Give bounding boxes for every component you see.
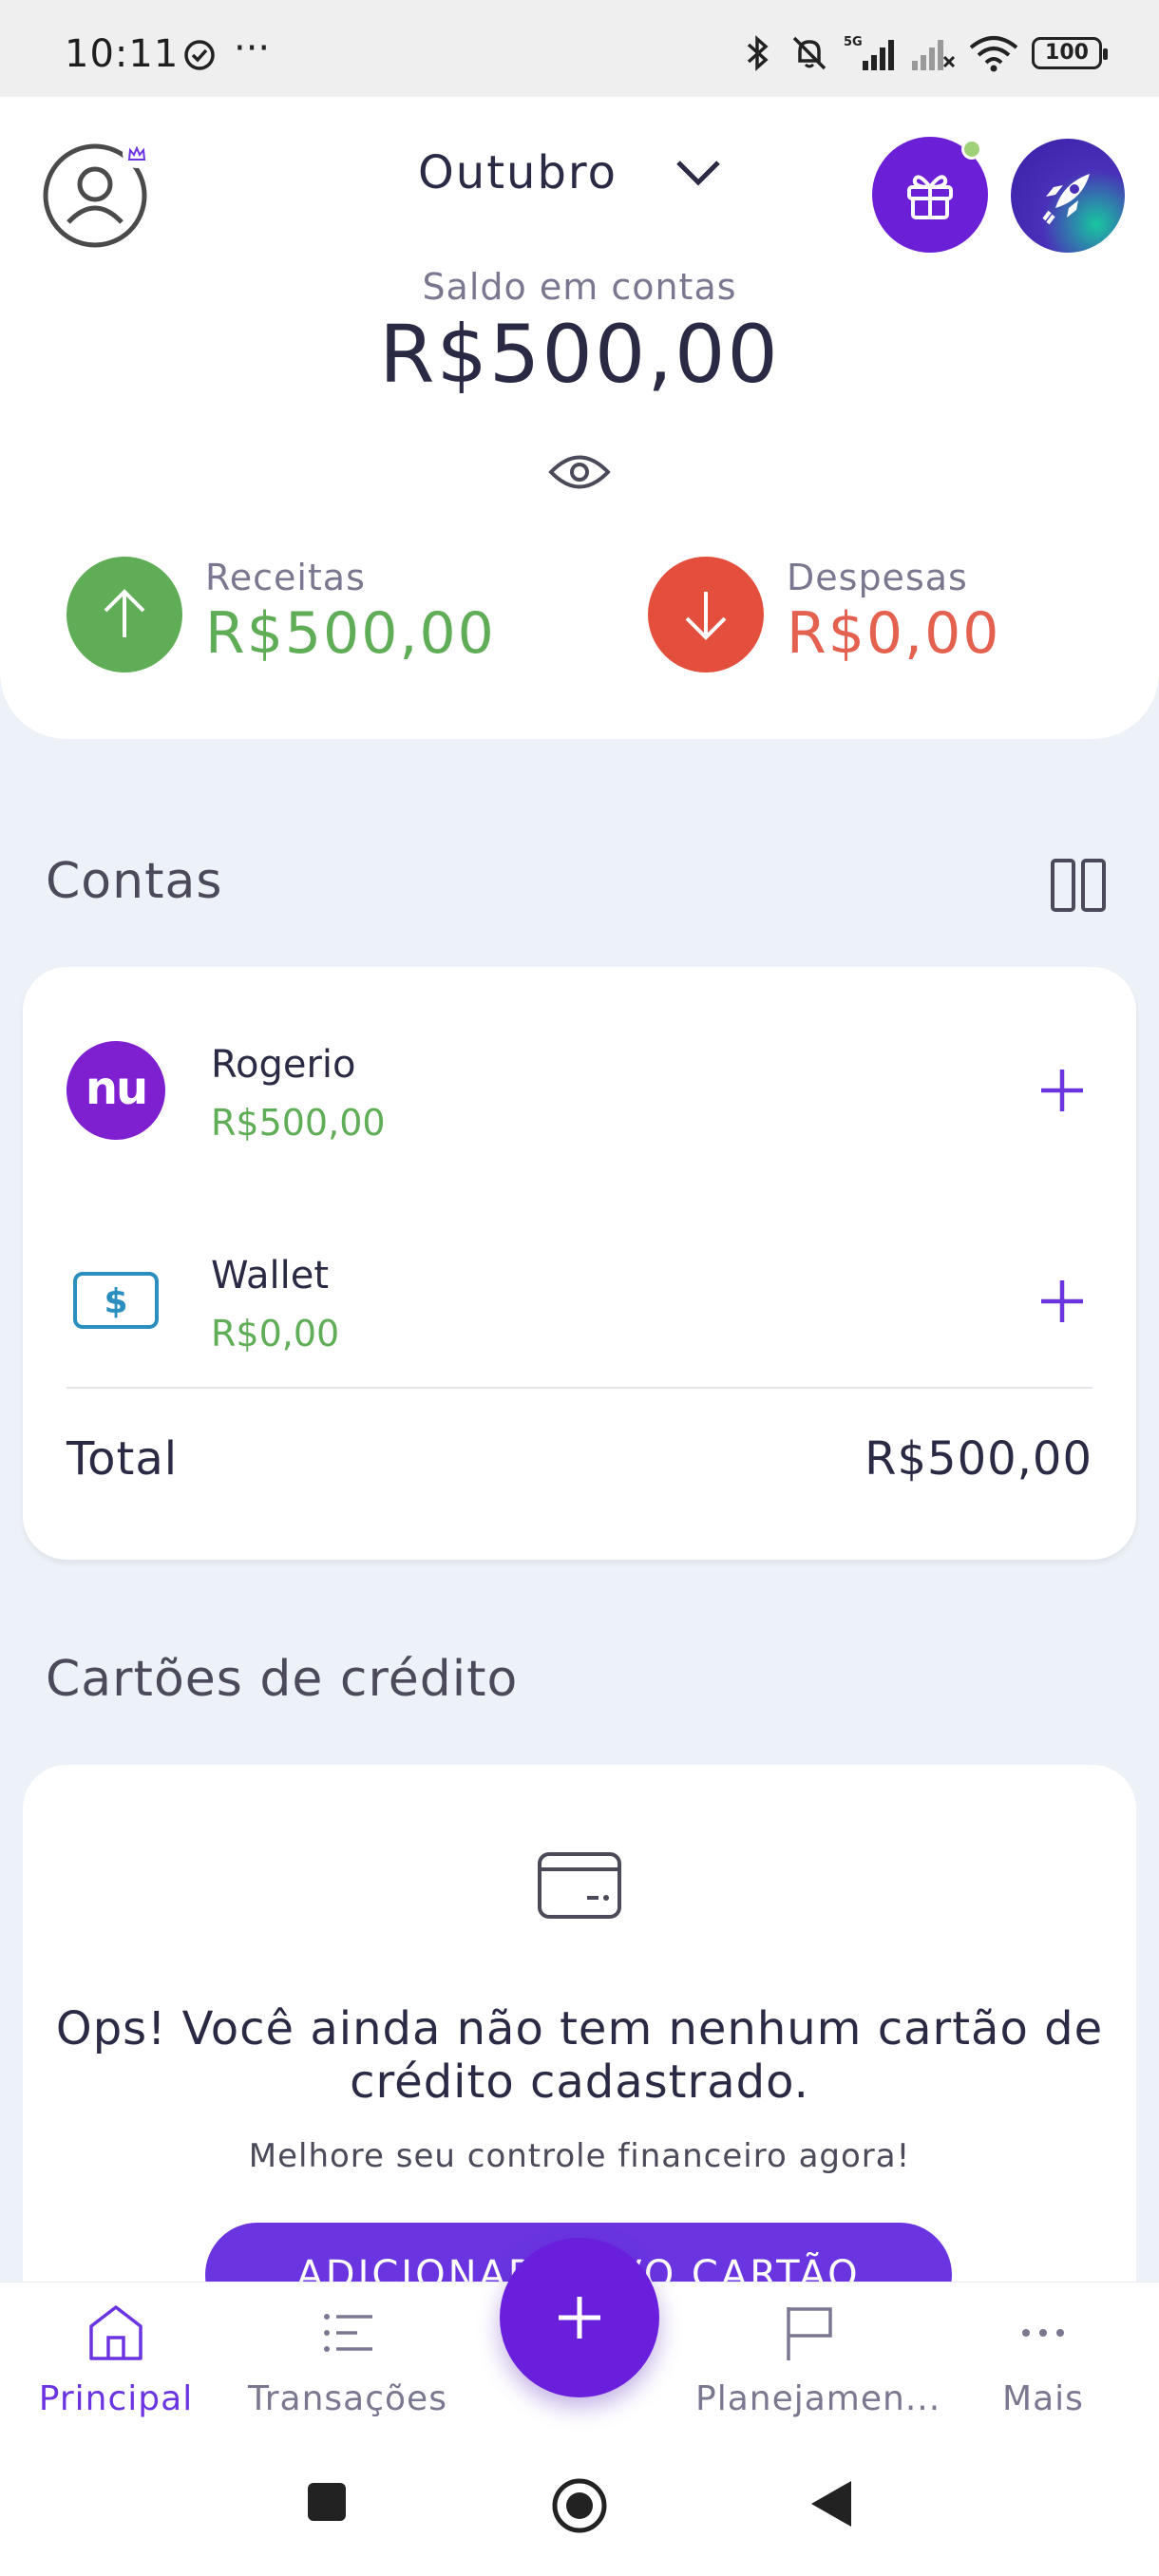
empty-state-title: Ops! Você ainda não tem nenhum cartão de… <box>55 2002 1104 2109</box>
signal-5g-icon: 5G <box>844 35 894 70</box>
expense-summary[interactable]: Despesas R$0,00 <box>648 557 998 672</box>
system-navigation-bar <box>0 2443 1159 2576</box>
add-transaction-fab[interactable] <box>500 2238 659 2397</box>
nav-label: Transações <box>248 2379 447 2418</box>
status-bar: 10:11 ··· 5G 100 <box>0 0 1159 97</box>
recents-icon[interactable] <box>306 2481 348 2523</box>
rocket-button[interactable] <box>1011 139 1125 253</box>
account-row[interactable]: $ Wallet R$0,00 <box>23 1250 1136 1383</box>
signal-weak-icon <box>912 40 956 70</box>
account-balance: R$0,00 <box>211 1313 340 1354</box>
eye-icon[interactable] <box>547 450 612 494</box>
status-time: 10:11 <box>65 32 180 76</box>
income-circle <box>66 557 182 672</box>
chevron-down-icon <box>676 161 720 186</box>
balance-label: Saldo em contas <box>422 266 737 308</box>
divider <box>66 1387 1092 1389</box>
credit-card-icon <box>538 1852 621 1919</box>
credit-cards-title: Cartões de crédito <box>46 1651 519 1708</box>
gift-button[interactable] <box>872 137 988 253</box>
svg-text:5G: 5G <box>844 35 863 49</box>
nav-planning[interactable]: Planejamen... <box>695 2303 941 2418</box>
nav-label: Mais <box>1002 2379 1084 2418</box>
nav-more[interactable]: Mais <box>929 2303 1157 2418</box>
nav-label: Planejamen... <box>695 2379 941 2418</box>
add-icon[interactable] <box>1037 1066 1087 1115</box>
account-balance: R$500,00 <box>211 1102 386 1144</box>
add-icon[interactable] <box>1037 1277 1087 1326</box>
nav-principal[interactable]: Principal <box>2 2303 230 2418</box>
accounts-card: nu Rogerio R$500,00 $ Wallet R$0,00 Tota… <box>23 967 1136 1560</box>
expense-label: Despesas <box>787 557 968 598</box>
battery-indicator: 100 <box>1032 37 1108 69</box>
notification-dot <box>961 139 982 160</box>
rocket-icon <box>1042 174 1090 225</box>
expense-circle <box>648 557 764 672</box>
income-label: Receitas <box>205 557 366 598</box>
expense-value: R$0,00 <box>787 600 1001 667</box>
more-icon <box>1022 2329 1064 2337</box>
balance-value: R$500,00 <box>379 308 780 401</box>
month-label: Outubro <box>418 146 618 199</box>
list-icon <box>324 2314 372 2352</box>
more-notifications-icon: ··· <box>234 27 271 70</box>
empty-state-subtitle: Melhore seu controle financeiro agora! <box>248 2137 911 2175</box>
wifi-icon <box>969 36 1018 72</box>
silent-bell-icon <box>792 36 826 70</box>
balance-header: Outubro Saldo em contas R$500,00 Receita… <box>0 97 1159 739</box>
total-value: R$500,00 <box>864 1432 1092 1486</box>
back-icon[interactable] <box>809 2479 853 2529</box>
gift-icon <box>907 175 953 219</box>
flag-icon <box>787 2307 832 2360</box>
nubank-logo-icon: nu <box>66 1041 165 1140</box>
home-icon <box>89 2305 142 2360</box>
account-name: Rogerio <box>211 1043 356 1087</box>
nav-transactions[interactable]: Transações <box>234 2303 462 2418</box>
income-summary[interactable]: Receitas R$500,00 <box>66 557 494 672</box>
nav-label: Principal <box>38 2379 194 2418</box>
accounts-title: Contas <box>46 853 223 910</box>
account-row[interactable]: nu Rogerio R$500,00 <box>23 1039 1136 1172</box>
account-name: Wallet <box>211 1254 330 1297</box>
plus-icon <box>559 2297 600 2339</box>
arrow-down-icon <box>685 592 727 640</box>
profile-avatar-icon[interactable] <box>42 139 152 249</box>
svg-text:$: $ <box>104 1282 127 1321</box>
home-button-icon[interactable] <box>551 2477 608 2534</box>
bluetooth-icon <box>747 35 769 71</box>
check-circle-icon <box>184 40 215 70</box>
income-value: R$500,00 <box>205 600 496 667</box>
columns-icon[interactable] <box>1049 857 1108 914</box>
total-label: Total <box>66 1432 179 1486</box>
month-selector[interactable]: Outubro <box>418 146 722 199</box>
cash-icon: $ <box>73 1272 159 1329</box>
arrow-up-icon <box>104 589 145 637</box>
